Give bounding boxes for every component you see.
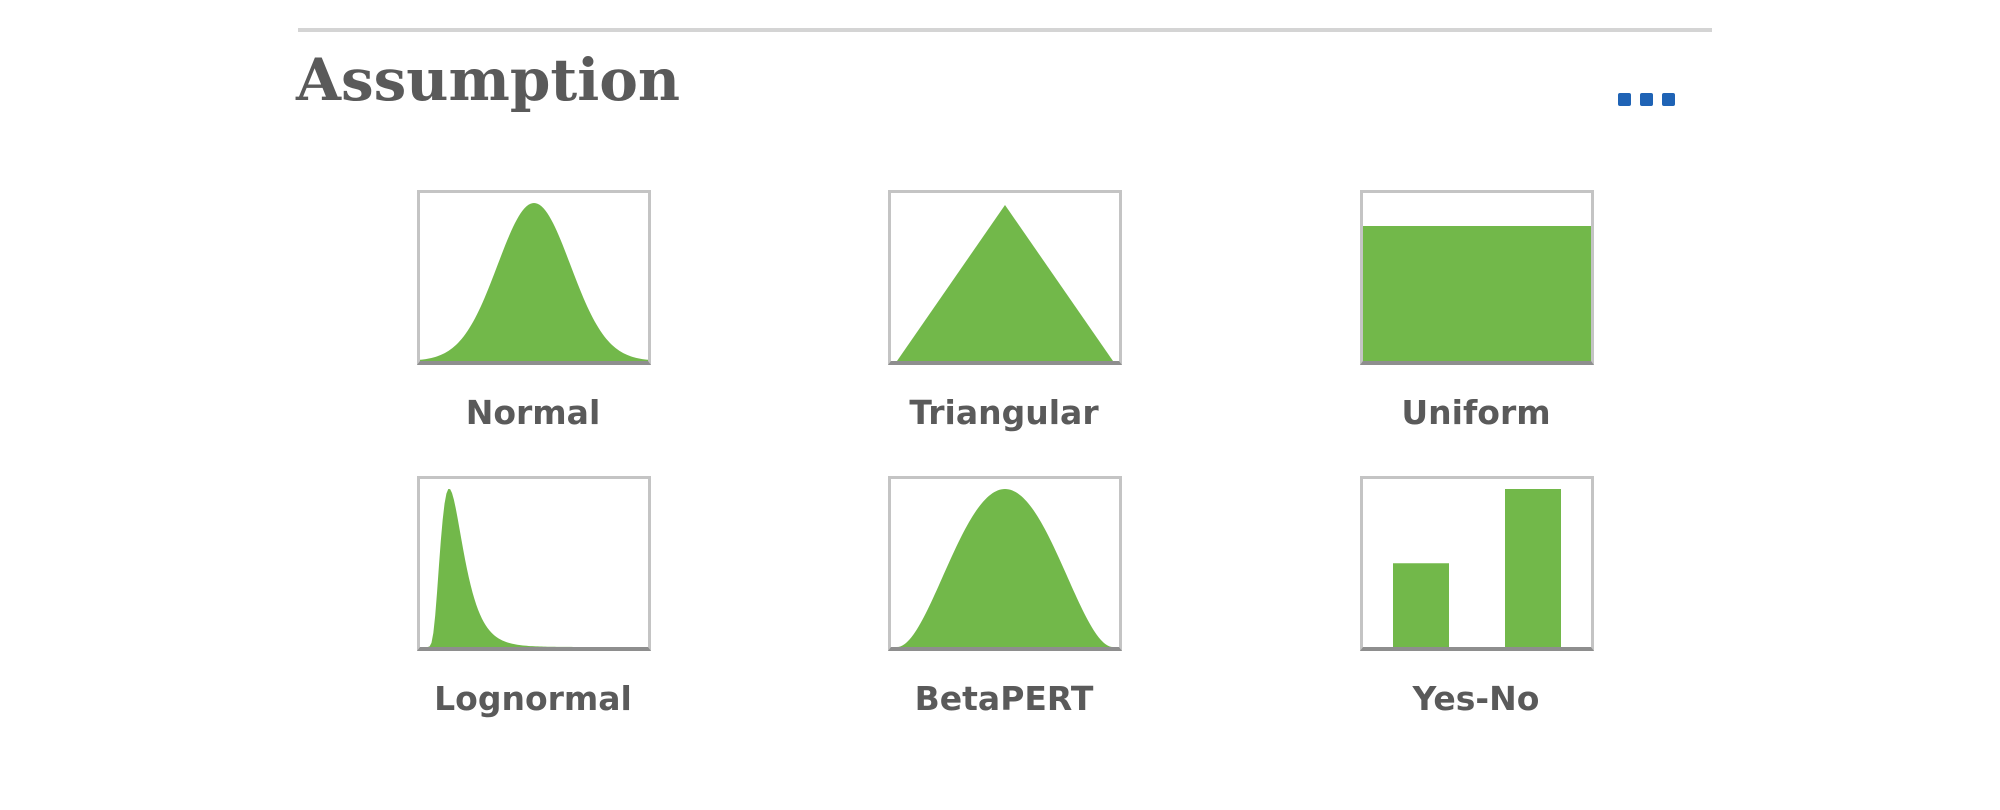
distribution-thumbnail — [1360, 476, 1594, 651]
distribution-thumbnail — [417, 476, 651, 651]
yes-no-bar-2 — [1505, 489, 1561, 647]
betapert-curve — [897, 489, 1113, 647]
distribution-betapert-button[interactable]: BetaPERT — [888, 476, 1122, 718]
triangle-shape — [897, 205, 1113, 361]
ellipsis-icon — [1617, 92, 1631, 106]
triangular-distribution-icon — [897, 205, 1113, 361]
distribution-thumbnail — [888, 476, 1122, 651]
yes-no-distribution-icon — [1393, 489, 1561, 647]
distribution-triangular-button[interactable]: Triangular — [888, 190, 1122, 432]
uniform-distribution-icon — [1363, 226, 1591, 361]
distribution-thumbnail — [888, 190, 1122, 365]
distribution-yesno-button[interactable]: Yes-No — [1360, 476, 1594, 718]
normal-curve — [420, 203, 648, 361]
yes-no-bar-1 — [1393, 563, 1449, 647]
distribution-label: Triangular — [909, 393, 1099, 432]
distribution-normal-button[interactable]: Normal — [417, 190, 651, 432]
distribution-label: Normal — [465, 393, 601, 432]
distribution-thumbnail — [417, 190, 651, 365]
uniform-rect — [1363, 226, 1591, 361]
ellipsis-icon — [1639, 92, 1653, 106]
distribution-label: Lognormal — [434, 679, 632, 718]
distribution-lognormal-button[interactable]: Lognormal — [417, 476, 651, 718]
more-options-button[interactable] — [1604, 84, 1688, 114]
lognormal-curve — [424, 489, 648, 647]
betapert-distribution-icon — [897, 489, 1113, 647]
distribution-label: Yes-No — [1412, 679, 1540, 718]
ellipsis-icon — [1661, 92, 1675, 106]
normal-distribution-icon — [420, 203, 648, 361]
distribution-label: BetaPERT — [914, 679, 1094, 718]
top-divider — [298, 28, 1712, 32]
panel-title: Assumption — [296, 46, 681, 114]
distribution-label: Uniform — [1401, 393, 1551, 432]
lognormal-distribution-icon — [424, 489, 648, 647]
distribution-uniform-button[interactable]: Uniform — [1360, 190, 1594, 432]
distribution-thumbnail — [1360, 190, 1594, 365]
